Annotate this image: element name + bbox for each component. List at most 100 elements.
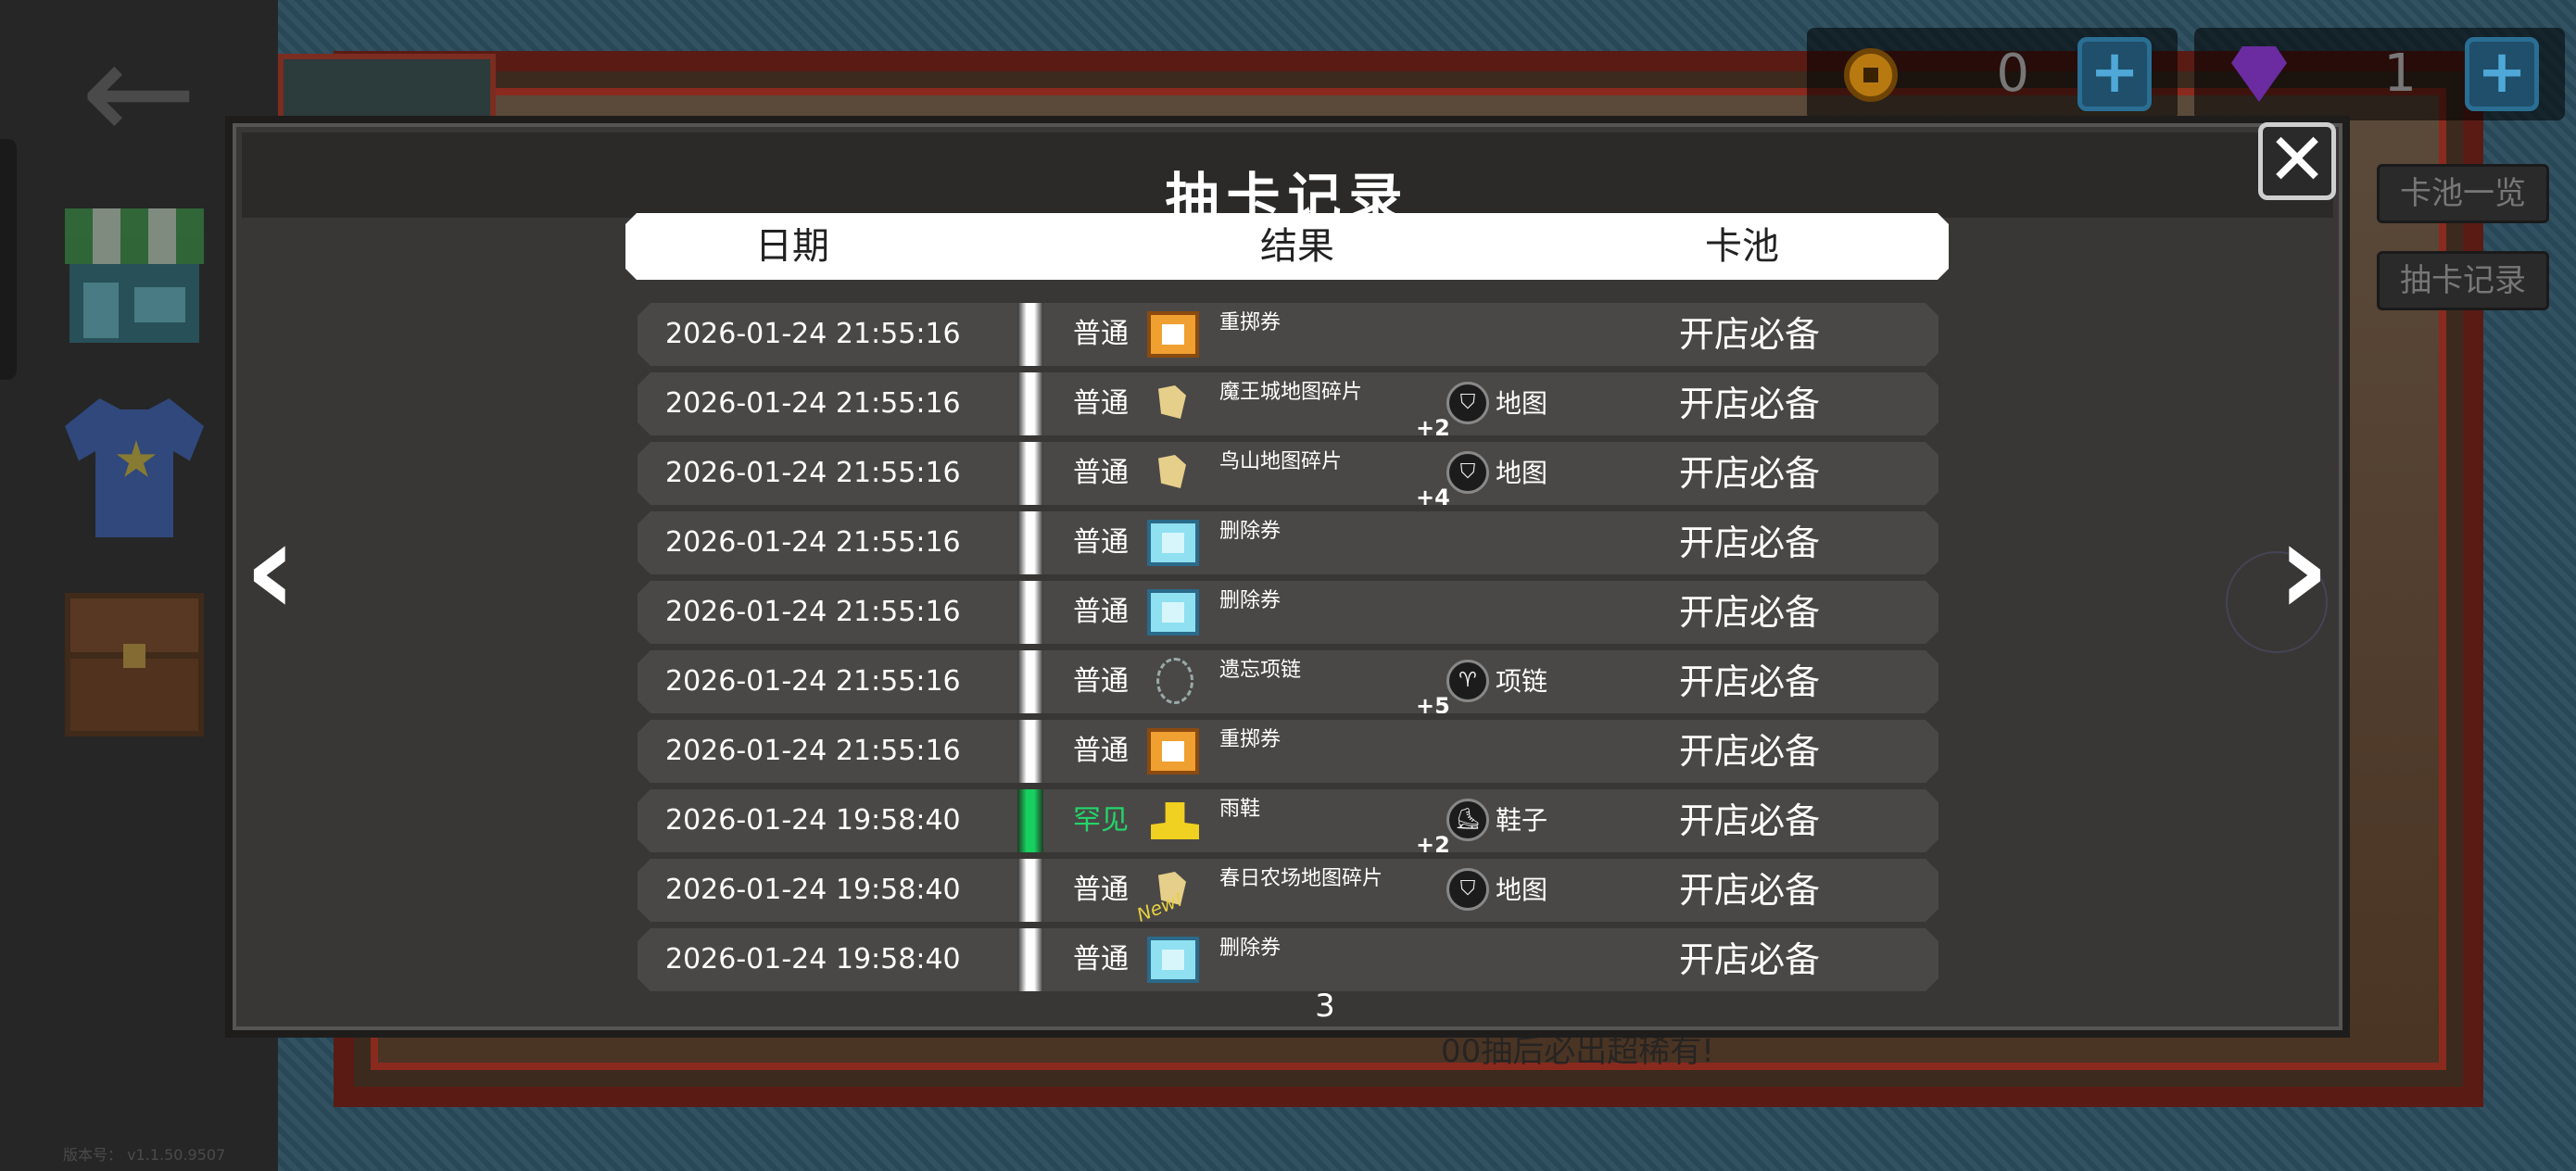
rarity-indicator xyxy=(1017,508,1043,578)
necklace-icon[interactable] xyxy=(1156,658,1193,704)
new-badge: New! xyxy=(1133,888,1187,926)
history-row: 2026-01-24 21:55:16 普通 删除券 开店必备 xyxy=(638,581,1938,644)
row-pool: 开店必备 xyxy=(1679,800,1821,841)
history-row: 2026-01-24 21:55:16 普通 魔王城地图碎片 ⛉ 地图 +2 开店必备 xyxy=(638,372,1938,435)
row-pool: 开店必备 xyxy=(1679,661,1821,702)
row-rarity: 普通 xyxy=(1073,735,1129,767)
row-pool: 开店必备 xyxy=(1679,314,1821,355)
orange-ticket-icon[interactable] xyxy=(1147,728,1199,774)
shop-icon[interactable] xyxy=(65,208,204,347)
history-row: 2026-01-24 19:58:40 普通 春日农场地图碎片 New! ⛉ 地图 开店必备 xyxy=(638,859,1938,922)
row-rarity: 罕见 xyxy=(1073,804,1129,837)
orange-ticket-icon[interactable] xyxy=(1147,311,1199,358)
category-icon: ⛉ xyxy=(1446,382,1489,424)
rarity-indicator xyxy=(1017,716,1043,787)
row-pool: 开店必备 xyxy=(1679,939,1821,980)
boot-icon[interactable] xyxy=(1151,802,1199,839)
row-date: 2026-01-24 21:55:16 xyxy=(665,596,961,628)
rarity-indicator xyxy=(1017,855,1043,925)
blue-ticket-icon[interactable] xyxy=(1147,937,1199,983)
map-fragment-icon[interactable] xyxy=(1158,385,1186,419)
row-item-name: 重掷券 xyxy=(1219,311,1282,334)
dialog-header: 抽卡记录 xyxy=(242,132,2333,230)
row-category: 地图 xyxy=(1496,875,1548,905)
row-rarity: 普通 xyxy=(1073,387,1129,420)
tab-draw-history[interactable]: 抽卡记录 xyxy=(2377,251,2549,310)
chest-icon[interactable] xyxy=(65,593,204,737)
column-date: 日期 xyxy=(755,225,829,268)
blue-ticket-icon[interactable] xyxy=(1147,520,1199,566)
history-row: 2026-01-24 21:55:16 普通 重掷券 开店必备 xyxy=(638,303,1938,366)
row-date: 2026-01-24 21:55:16 xyxy=(665,526,961,559)
back-arrow-icon[interactable]: ← xyxy=(74,23,204,162)
coin-amount: 0 xyxy=(1996,44,2029,104)
rarity-indicator xyxy=(1017,647,1043,717)
category-icon: ⛉ xyxy=(1446,451,1489,494)
row-rarity: 普通 xyxy=(1073,457,1129,489)
coin-counter: 0 + xyxy=(1807,28,2178,120)
rarity-indicator xyxy=(1017,925,1043,995)
gem-amount: 1 xyxy=(2383,44,2417,104)
row-pool: 开店必备 xyxy=(1679,731,1821,772)
close-icon[interactable]: ✕ xyxy=(2258,122,2336,200)
rarity-indicator xyxy=(1017,299,1043,370)
row-rarity: 普通 xyxy=(1073,596,1129,628)
gold-coin-icon xyxy=(1844,48,1898,102)
row-item-name: 遗忘项链 xyxy=(1219,659,1302,682)
row-item-name: 删除券 xyxy=(1219,937,1282,960)
category-icon: ⛸ xyxy=(1446,799,1489,841)
row-item-name: 春日农场地图碎片 xyxy=(1219,867,1383,890)
row-rarity: 普通 xyxy=(1073,526,1129,559)
row-date: 2026-01-24 21:55:16 xyxy=(665,457,961,489)
row-category: 鞋子 xyxy=(1496,805,1548,836)
row-item-name: 删除券 xyxy=(1219,589,1282,612)
row-pool: 开店必备 xyxy=(1679,523,1821,563)
next-page-arrow-icon[interactable]: › xyxy=(2267,505,2341,635)
row-pool: 开店必备 xyxy=(1679,592,1821,633)
row-date: 2026-01-24 21:55:16 xyxy=(665,665,961,698)
row-category: 地图 xyxy=(1496,388,1548,419)
add-gems-button[interactable]: + xyxy=(2465,37,2539,111)
history-row: 2026-01-24 21:55:16 普通 重掷券 开店必备 xyxy=(638,720,1938,783)
rarity-indicator xyxy=(1017,369,1043,439)
history-row: 2026-01-24 19:58:40 普通 删除券 开店必备 xyxy=(638,928,1938,991)
row-pool: 开店必备 xyxy=(1679,453,1821,494)
add-coins-button[interactable]: + xyxy=(2077,37,2152,111)
game-screen: 00抽后必出超稀有! 卡池一览 抽卡记录 0 + 1 + ← 版本号： v1.1… xyxy=(0,0,2576,1171)
table-header: 日期 结果 卡池 xyxy=(625,213,1949,280)
column-result: 结果 xyxy=(1260,225,1334,268)
row-rarity: 普通 xyxy=(1073,665,1129,698)
history-row: 2026-01-24 21:55:16 普通 鸟山地图碎片 ⛉ 地图 +4 开店必备 xyxy=(638,442,1938,505)
row-date: 2026-01-24 21:55:16 xyxy=(665,735,961,767)
row-rarity: 普通 xyxy=(1073,874,1129,906)
row-pool: 开店必备 xyxy=(1679,384,1821,424)
row-item-name: 重掷券 xyxy=(1219,728,1282,751)
category-icon: ⛉ xyxy=(1446,868,1489,911)
prev-page-arrow-icon[interactable]: ‹ xyxy=(234,505,308,635)
row-date: 2026-01-24 21:55:16 xyxy=(665,318,961,350)
row-item-name: 删除券 xyxy=(1219,520,1282,543)
row-item-name: 鸟山地图碎片 xyxy=(1219,450,1343,473)
history-row: 2026-01-24 21:55:16 普通 删除券 开店必备 xyxy=(638,511,1938,574)
rarity-indicator xyxy=(1017,577,1043,648)
row-item-name: 魔王城地图碎片 xyxy=(1219,381,1363,404)
row-rarity: 普通 xyxy=(1073,318,1129,350)
row-item-name: 雨鞋 xyxy=(1219,798,1261,821)
map-fragment-icon[interactable] xyxy=(1158,455,1186,488)
gem-counter: 1 + xyxy=(2194,28,2565,120)
row-rarity: 普通 xyxy=(1073,943,1129,976)
page-number: 3 xyxy=(1315,988,1335,1025)
row-date: 2026-01-24 19:58:40 xyxy=(665,943,961,976)
history-row: 2026-01-24 21:55:16 普通 遗忘项链 ♈ 项链 +5 开店必备 xyxy=(638,650,1938,713)
tab-pool-list[interactable]: 卡池一览 xyxy=(2377,164,2549,223)
category-icon: ♈ xyxy=(1446,660,1489,702)
blue-ticket-icon[interactable] xyxy=(1147,589,1199,636)
rarity-indicator xyxy=(1017,438,1043,509)
shirt-icon[interactable] xyxy=(65,398,204,537)
row-pool: 开店必备 xyxy=(1679,870,1821,911)
row-date: 2026-01-24 19:58:40 xyxy=(665,874,961,906)
version-label: 版本号： v1.1.50.9507 xyxy=(63,1146,226,1164)
purple-gem-icon xyxy=(2231,46,2287,102)
column-pool: 卡池 xyxy=(1705,225,1779,268)
row-category: 项链 xyxy=(1496,666,1548,697)
